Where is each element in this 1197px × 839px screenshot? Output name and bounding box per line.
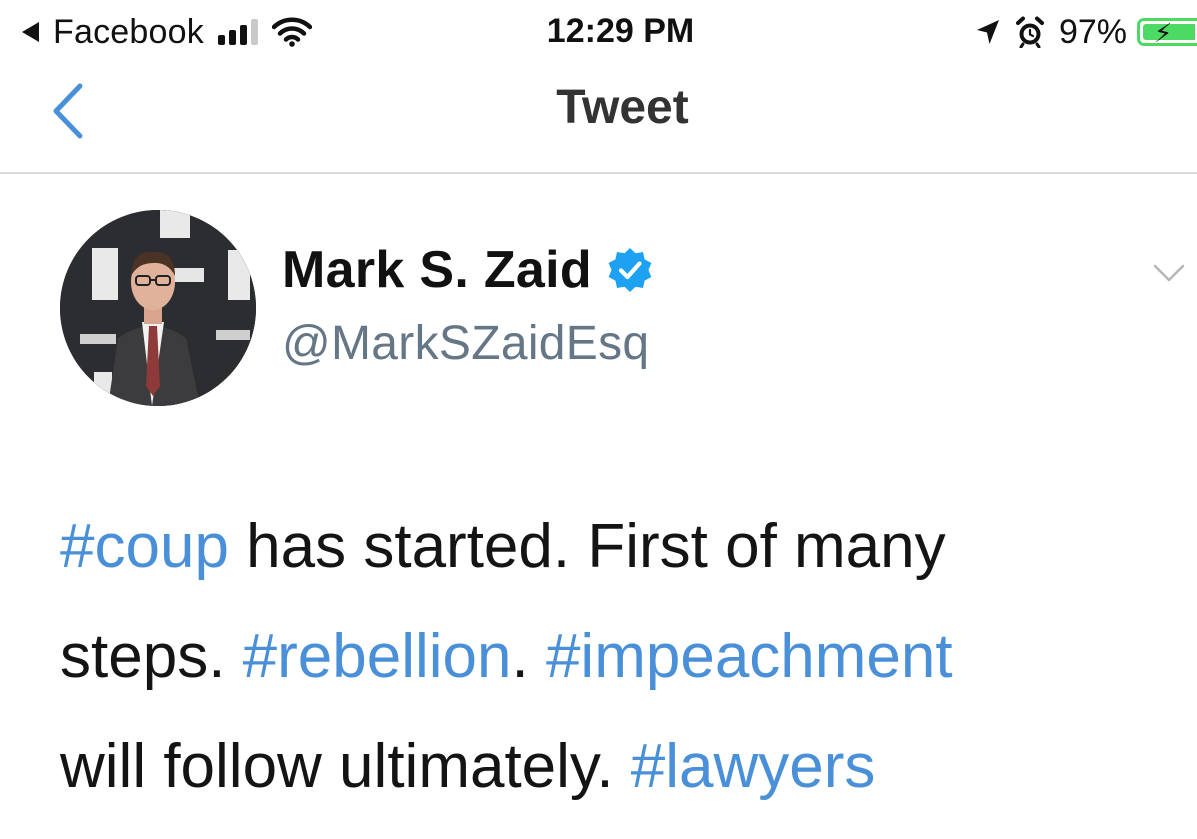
author-name: Mark S. Zaid (282, 241, 592, 299)
tweet-text-segment: . (511, 622, 546, 691)
page-title: Tweet (556, 81, 689, 134)
tweet-text-segment: steps. (60, 622, 243, 691)
battery-charging-icon: ⚡ (1137, 18, 1197, 46)
tweet-detail-screen: Facebook 12:29 PM 97% ⚡ Tweet Mark S. Za… (0, 0, 1197, 839)
avatar[interactable] (60, 210, 256, 406)
tweet-text-segment: has started. First of many (228, 512, 946, 581)
battery-percent: 97% (1058, 12, 1127, 51)
hashtag-link[interactable]: #coup (60, 512, 229, 581)
navigation-bar: Tweet (0, 62, 1197, 174)
hashtag-link[interactable]: #rebellion (243, 622, 512, 691)
location-arrow-icon (976, 20, 999, 44)
hashtag-link[interactable]: #impeachment (546, 622, 953, 691)
alarm-clock-icon (1015, 16, 1044, 48)
charging-bolt-icon: ⚡ (1154, 18, 1173, 46)
status-bar: Facebook 12:29 PM 97% ⚡ (0, 0, 1197, 62)
author-handle[interactable]: @MarkSZaidEsq (282, 316, 649, 371)
tweet-text: #coup has started. First of many steps. #… (60, 492, 1180, 822)
status-right-group: 97% ⚡ (975, 12, 1197, 52)
chevron-down-icon[interactable] (1152, 262, 1186, 284)
author-name-row[interactable]: Mark S. Zaid (282, 240, 654, 300)
hashtag-link[interactable]: #lawyers (631, 732, 876, 801)
avatar-photo (60, 210, 256, 406)
verified-badge-icon (608, 248, 652, 292)
tweet-text-segment: will follow ultimately. (60, 732, 631, 801)
